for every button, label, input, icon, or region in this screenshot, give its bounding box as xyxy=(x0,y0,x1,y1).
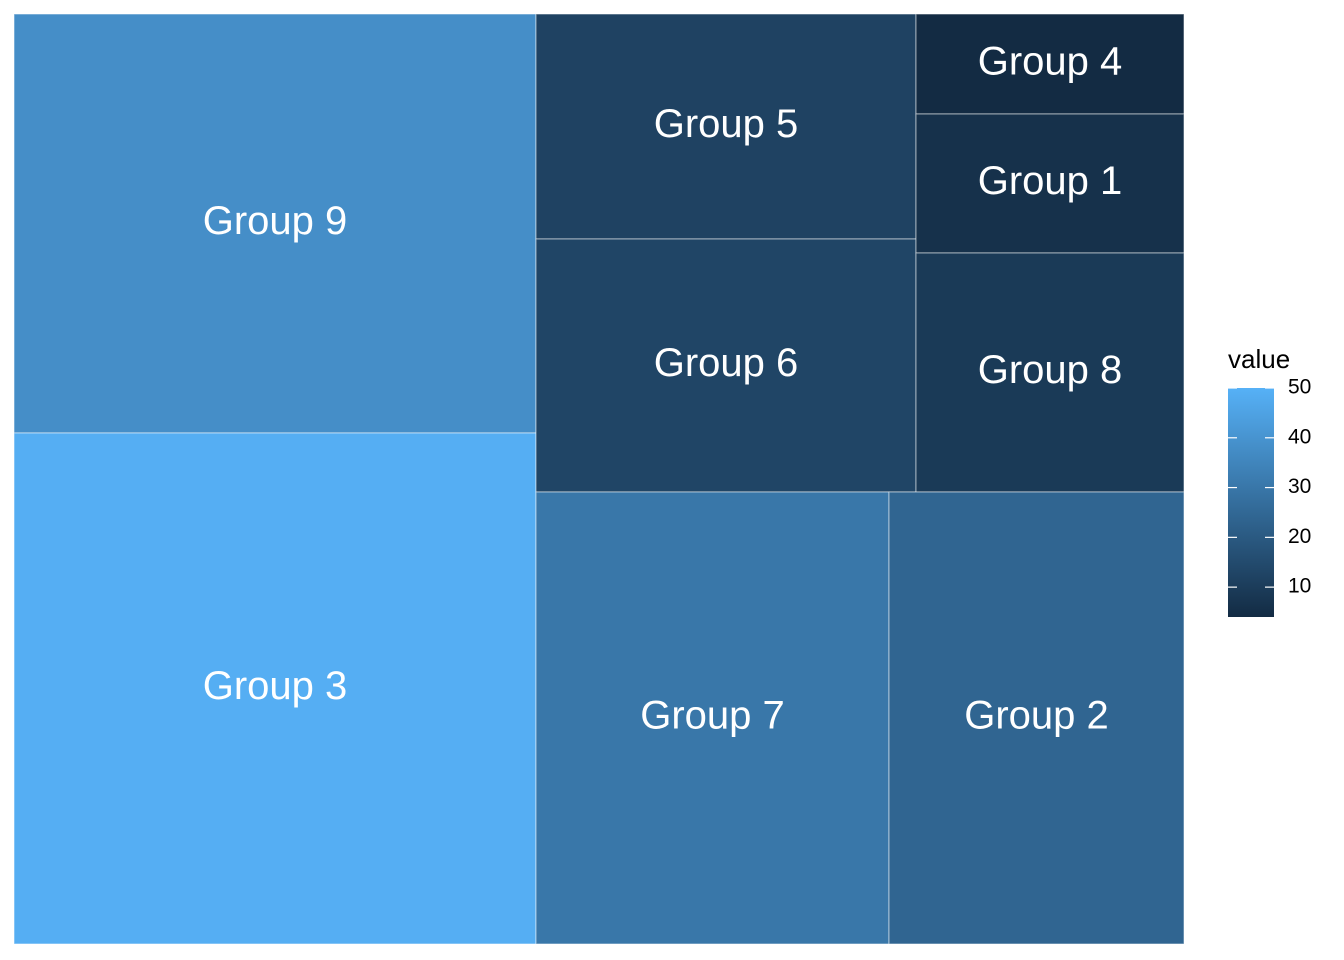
legend-tick-label-50: 50 xyxy=(1288,376,1311,399)
tile-label-group-6: Group 6 xyxy=(654,341,799,385)
tile-label-group-8: Group 8 xyxy=(978,348,1123,392)
tile-label-group-4: Group 4 xyxy=(978,40,1123,84)
legend-colorbar xyxy=(1228,388,1274,617)
tile-label-group-9: Group 9 xyxy=(203,199,348,243)
legend-tick-label-30: 30 xyxy=(1288,475,1311,498)
legend-tick-label-20: 20 xyxy=(1288,525,1311,548)
tile-label-group-2: Group 2 xyxy=(964,694,1109,738)
treemap-tiles: Group 9 Group 3 Group 5 Group 6 Group 4 Group… xyxy=(13,13,1185,945)
legend-tick-label-40: 40 xyxy=(1288,425,1311,448)
legend: value 50 40 30 20 10 xyxy=(1228,344,1311,617)
legend-tick-label-10: 10 xyxy=(1288,575,1311,598)
tile-label-group-7: Group 7 xyxy=(640,694,785,738)
tile-label-group-5: Group 5 xyxy=(654,102,799,146)
legend-title: value xyxy=(1228,344,1290,374)
tile-label-group-1: Group 1 xyxy=(978,159,1123,203)
tile-label-group-3: Group 3 xyxy=(203,664,348,708)
treemap-chart: Group 9 Group 3 Group 5 Group 6 Group 4 Group… xyxy=(13,13,1311,945)
